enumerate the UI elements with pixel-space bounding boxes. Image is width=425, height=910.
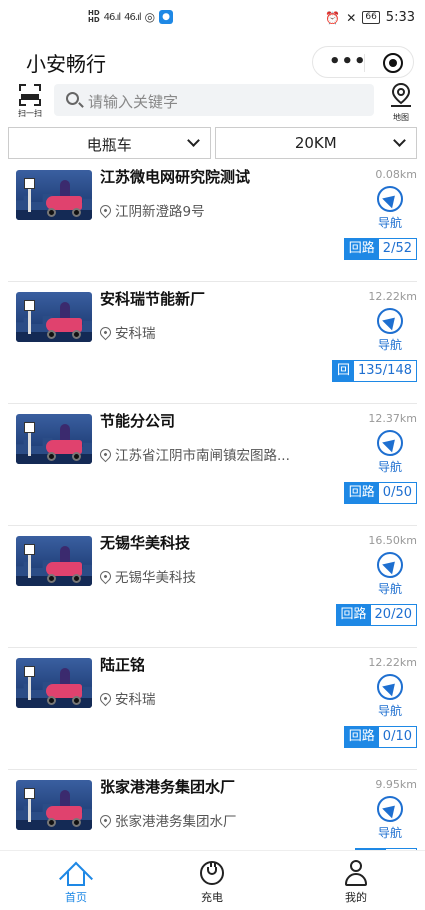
navigate-button[interactable]: 导航 bbox=[375, 552, 405, 597]
home-icon bbox=[59, 859, 93, 896]
tab-charge[interactable]: 充电 bbox=[172, 859, 252, 905]
more-icon[interactable]: ••• bbox=[329, 51, 367, 72]
station-name: 江苏微电网研究院测试 bbox=[100, 168, 251, 186]
app-notification-icon: ● bbox=[159, 10, 174, 24]
tab-me[interactable]: 我的 bbox=[316, 859, 396, 905]
status-icons-left: HD HD 46.ıl 46.ıl ◎ ● bbox=[88, 9, 174, 24]
bottom-tab-bar: 首页 充电 我的 bbox=[0, 850, 425, 910]
station-thumbnail bbox=[16, 170, 92, 220]
status-icons-right: ⏰ ✕ 66 5:33 bbox=[325, 10, 415, 25]
navigation-arrow-icon bbox=[377, 796, 403, 822]
circuit-badge: 回 135/148 bbox=[331, 360, 417, 382]
search-input[interactable]: 请输入关键字 bbox=[54, 84, 374, 116]
navigate-button[interactable]: 导航 bbox=[375, 186, 405, 231]
station-name: 安科瑞节能新厂 bbox=[100, 290, 206, 308]
vehicle-type-dropdown[interactable]: 电瓶车 bbox=[8, 127, 211, 159]
mini-program-capsule: ••• bbox=[312, 46, 414, 78]
page-title: 小安畅行 bbox=[26, 52, 106, 76]
capsule-divider bbox=[364, 54, 365, 72]
station-distance: 12.22km bbox=[368, 290, 417, 303]
navigate-button[interactable]: 导航 bbox=[375, 674, 405, 719]
distance-dropdown[interactable]: 20KM bbox=[214, 127, 417, 159]
vehicle-type-value: 电瓶车 bbox=[86, 136, 132, 154]
station-thumbnail bbox=[16, 658, 92, 708]
station-name: 张家港港务集团水厂 bbox=[100, 778, 236, 796]
station-name: 无锡华美科技 bbox=[100, 534, 191, 552]
station-address: 江阴新澄路9号 bbox=[97, 200, 205, 220]
signal-icon-2: 46.ıl bbox=[124, 11, 141, 23]
user-icon bbox=[342, 859, 370, 887]
station-address: 张家港港务集团水厂 bbox=[97, 810, 237, 830]
station-thumbnail bbox=[16, 780, 92, 830]
navigate-button[interactable]: 导航 bbox=[375, 796, 405, 841]
scan-button[interactable]: 扫一扫 bbox=[16, 84, 44, 122]
station-address: 江苏省江阴市南闸镇宏图路... bbox=[97, 444, 290, 464]
station-card[interactable]: 安科瑞节能新厂 安科瑞 12.22km 导航 回 135/148 bbox=[8, 282, 417, 404]
scan-label: 扫一扫 bbox=[18, 109, 42, 118]
map-pin-icon bbox=[391, 82, 411, 107]
station-distance: 16.50km bbox=[368, 534, 417, 547]
location-pin-icon bbox=[97, 568, 114, 584]
plug-icon bbox=[198, 859, 226, 887]
tab-charge-label: 充电 bbox=[201, 891, 223, 904]
signal-icon: 46.ıl bbox=[103, 11, 121, 23]
navigation-arrow-icon bbox=[377, 186, 403, 212]
station-thumbnail bbox=[16, 414, 92, 464]
location-pin-icon bbox=[97, 202, 114, 218]
scan-icon bbox=[19, 84, 41, 106]
circuit-badge: 回路 2/52 bbox=[343, 238, 417, 260]
station-address: 安科瑞 bbox=[97, 322, 156, 342]
navigation-arrow-icon bbox=[377, 552, 403, 578]
navigate-button[interactable]: 导航 bbox=[375, 308, 405, 353]
location-pin-icon bbox=[97, 812, 114, 828]
station-distance: 12.22km bbox=[368, 656, 417, 669]
wifi-icon: ◎ bbox=[144, 10, 156, 24]
station-card[interactable]: 陆正铭 安科瑞 12.22km 导航 回路 0/10 bbox=[8, 648, 417, 770]
location-pin-icon bbox=[97, 324, 114, 340]
navigate-button[interactable]: 导航 bbox=[375, 430, 405, 475]
station-name: 陆正铭 bbox=[100, 656, 146, 674]
status-bar: HD HD 46.ıl 46.ıl ◎ ● ⏰ ✕ 66 5:33 bbox=[0, 0, 425, 34]
clock: 5:33 bbox=[385, 10, 415, 25]
station-card[interactable]: 节能分公司 江苏省江阴市南闸镇宏图路... 12.37km 导航 回路 0/50 bbox=[8, 404, 417, 526]
circuit-badge: 回路 20/20 bbox=[335, 604, 417, 626]
hd-icon: HD HD bbox=[88, 9, 100, 24]
battery-icon: 66 bbox=[362, 11, 380, 24]
station-list[interactable]: 江苏微电网研究院测试 江阴新澄路9号 0.08km 导航 回路 2/52 安科瑞节… bbox=[0, 160, 425, 850]
station-distance: 0.08km bbox=[375, 168, 417, 181]
station-address: 安科瑞 bbox=[97, 688, 156, 708]
station-card[interactable]: 无锡华美科技 无锡华美科技 16.50km 导航 回路 20/20 bbox=[8, 526, 417, 648]
mute-icon: ✕ bbox=[346, 10, 357, 25]
alarm-icon: ⏰ bbox=[325, 10, 341, 25]
circuit-badge: 回路 0/10 bbox=[343, 726, 417, 748]
station-distance: 12.37km bbox=[368, 412, 417, 425]
tab-me-label: 我的 bbox=[345, 891, 367, 904]
search-row: 扫一扫 请输入关键字 地图 bbox=[0, 82, 425, 124]
station-name: 节能分公司 bbox=[100, 412, 176, 430]
station-card[interactable]: 江苏微电网研究院测试 江阴新澄路9号 0.08km 导航 回路 2/52 bbox=[8, 160, 417, 282]
circuit-badge: 回路 0/50 bbox=[343, 482, 417, 504]
navigation-arrow-icon bbox=[377, 430, 403, 456]
map-label: 地图 bbox=[393, 113, 409, 122]
station-distance: 9.95km bbox=[375, 778, 417, 791]
search-placeholder: 请输入关键字 bbox=[88, 93, 179, 111]
location-pin-icon bbox=[97, 446, 114, 462]
location-pin-icon bbox=[97, 690, 114, 706]
distance-value: 20KM bbox=[294, 134, 337, 152]
station-thumbnail bbox=[16, 536, 92, 586]
filter-bar: 电瓶车 20KM bbox=[8, 127, 417, 159]
title-bar: 小安畅行 ••• bbox=[0, 34, 425, 80]
station-thumbnail bbox=[16, 292, 92, 342]
navigation-arrow-icon bbox=[377, 674, 403, 700]
tab-home[interactable]: 首页 bbox=[36, 859, 116, 905]
station-card[interactable]: 张家港港务集团水厂 张家港港务集团水厂 9.95km 导航 bbox=[8, 770, 417, 850]
search-icon bbox=[66, 92, 79, 105]
station-address: 无锡华美科技 bbox=[97, 566, 196, 586]
navigation-arrow-icon bbox=[377, 308, 403, 334]
close-target-icon[interactable] bbox=[383, 53, 403, 73]
map-button[interactable]: 地图 bbox=[386, 82, 416, 122]
